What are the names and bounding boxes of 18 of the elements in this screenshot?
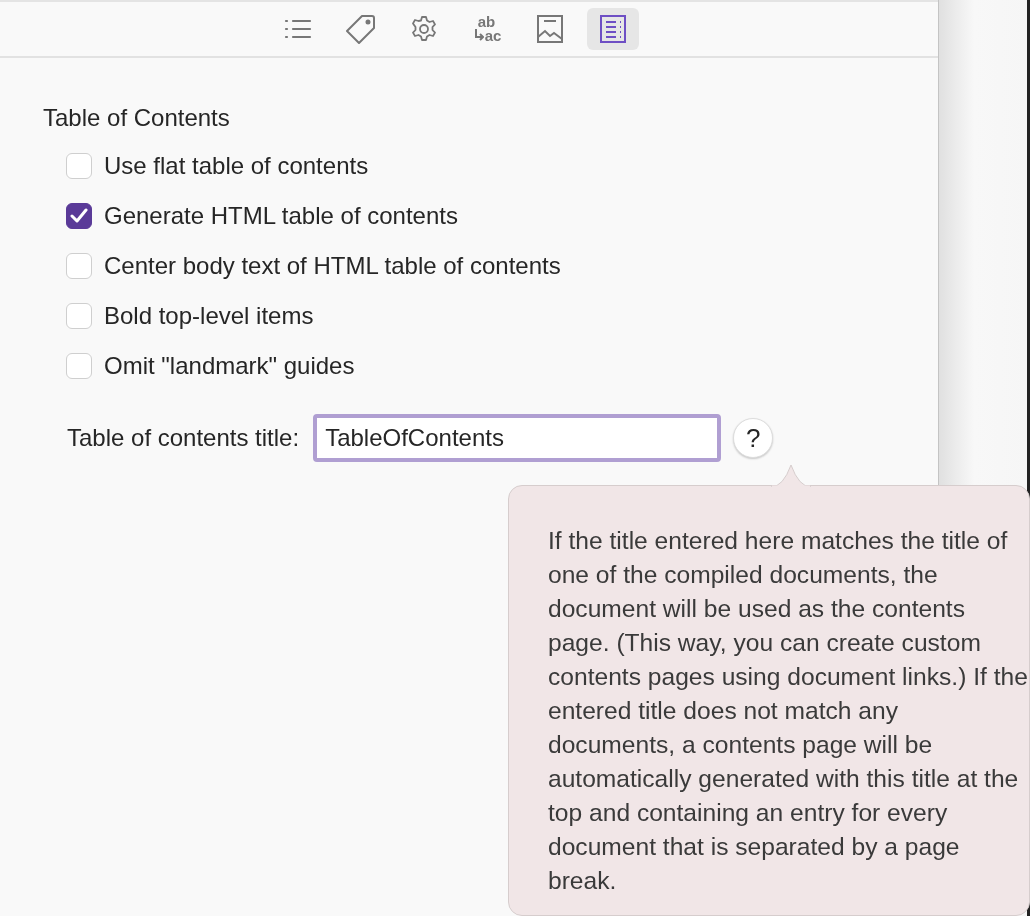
help-text: If the title entered here matches the title of one of the compiled documents, the document will be used as the contents page. (This way, you can create custom contents pages using document links.) If the entered title does not match any documents, a contents page will be automatically generated with this title at the top and containing an entry for every document that is separated by a page break. — [548, 526, 1029, 896]
field-label: Table of contents title: — [67, 424, 300, 452]
checkbox[interactable] — [66, 203, 92, 229]
replace-tab[interactable]: ab ac — [460, 8, 513, 50]
checkbox-label: Generate HTML table of contents — [104, 202, 458, 230]
title-input-field[interactable]: TableOfContents — [313, 414, 722, 462]
tag-icon — [345, 14, 376, 44]
list-icon — [283, 18, 312, 40]
checkbox-label: Bold top-level items — [104, 302, 314, 330]
document-tab[interactable] — [586, 8, 639, 50]
help-button[interactable]: ? — [733, 418, 774, 458]
image-icon — [536, 15, 563, 43]
document-icon — [599, 15, 626, 43]
checkbox-label: Omit "landmark" guides — [104, 352, 355, 380]
gear-icon — [409, 15, 438, 43]
checkbox-label: Center body text of HTML table of contents — [104, 252, 561, 280]
checkbox-label: Use flat table of contents — [104, 152, 369, 180]
section-title: Table of Contents — [43, 104, 231, 132]
